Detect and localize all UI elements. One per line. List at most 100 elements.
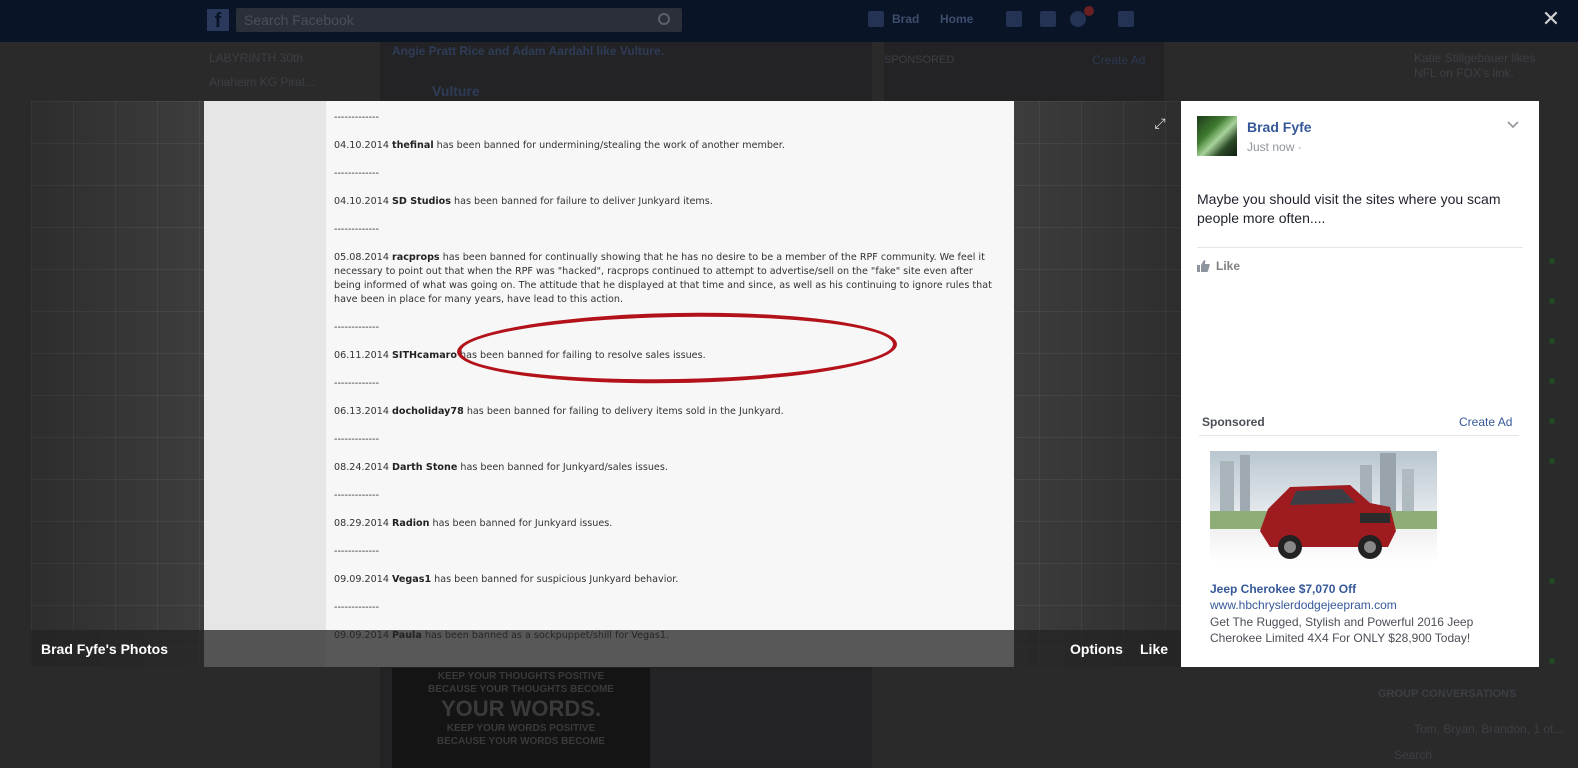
background-ticker: Katie Stillgebauer likes NFL on FOX's li… bbox=[1414, 51, 1536, 80]
notification-badge bbox=[1084, 6, 1094, 16]
poster-line: KEEP YOUR WORDS POSITIVE bbox=[446, 723, 596, 734]
expand-icon[interactable]: ⤢ bbox=[1152, 115, 1168, 131]
online-status-dot bbox=[1549, 338, 1555, 344]
online-status-dot bbox=[1549, 418, 1555, 424]
ban-separator: ------------- bbox=[334, 224, 380, 235]
background-create-ad: Create Ad bbox=[1092, 53, 1146, 67]
background-search-input: Search Facebook bbox=[236, 8, 682, 32]
viewer-like-button[interactable]: Like bbox=[1140, 641, 1168, 657]
ban-date: 04.10.2014 bbox=[334, 196, 392, 207]
poster-line: YOUR WORDS. bbox=[440, 696, 602, 721]
background-feed-story: Angie Pratt Rice and Adam Aardahl like V… bbox=[392, 44, 665, 58]
post-timestamp[interactable]: Just now · bbox=[1247, 140, 1302, 154]
background-right-column bbox=[884, 42, 1164, 102]
sponsored-heading: Sponsored bbox=[1202, 415, 1265, 429]
ad-image[interactable] bbox=[1210, 451, 1437, 563]
ban-entry: 08.29.2014 Radion has been banned for Ju… bbox=[334, 517, 994, 531]
online-status-dot bbox=[1549, 578, 1555, 584]
ban-username: thefinal bbox=[391, 140, 434, 151]
background-sponsored: SPONSORED bbox=[884, 54, 955, 66]
online-status-dot bbox=[1549, 458, 1555, 464]
panel-like-label: Like bbox=[1216, 259, 1241, 273]
viewer-bottom-bar: Brad Fyfe's Photos Options Like bbox=[31, 630, 1181, 667]
ban-separator: ------------- bbox=[334, 168, 380, 179]
background-nav-profile: Brad bbox=[892, 12, 920, 26]
background-event-2: Anaheim KG Pirat... bbox=[209, 75, 316, 89]
ban-entry: 04.10.2014 SD Studios has been banned fo… bbox=[334, 195, 994, 209]
background-search-placeholder: Search Facebook bbox=[244, 12, 354, 28]
photo-info-panel: Brad Fyfe Just now · Maybe you should vi… bbox=[1181, 101, 1539, 667]
ban-list: ------------- 04.10.2014 thefinal has bee… bbox=[334, 111, 994, 657]
close-icon[interactable]: ✕ bbox=[1540, 8, 1562, 30]
chevron-down-icon[interactable] bbox=[1505, 118, 1521, 134]
ban-username: Radion bbox=[391, 518, 430, 529]
ban-date: 04.10.2014 bbox=[334, 140, 392, 151]
ban-separator: ------------- bbox=[334, 490, 380, 501]
friend-requests-icon bbox=[1006, 11, 1022, 27]
ad-url-link[interactable]: www.hbchryslerdodgejeepram.com bbox=[1210, 598, 1397, 612]
ad-description: Get The Rugged, Stylish and Powerful 201… bbox=[1210, 615, 1474, 645]
online-status-dot bbox=[1549, 658, 1555, 664]
online-status-dot bbox=[1549, 298, 1555, 304]
ban-username: racprops bbox=[391, 252, 440, 263]
background-chat-search: Search bbox=[1394, 748, 1433, 762]
search-icon bbox=[658, 13, 670, 25]
photo-viewer: ------------- 04.10.2014 thefinal has bee… bbox=[31, 101, 1181, 667]
divider bbox=[1199, 435, 1519, 436]
create-ad-link[interactable]: Create Ad bbox=[1459, 415, 1512, 429]
background-nav-home: Home bbox=[940, 12, 974, 26]
ban-separator: ------------- bbox=[334, 112, 380, 123]
ad-title-link[interactable]: Jeep Cherokee $7,070 Off bbox=[1210, 582, 1356, 596]
notifications-globe-icon bbox=[1070, 11, 1086, 27]
ban-reason: has been banned for undermining/stealing… bbox=[433, 140, 785, 151]
ban-date: 06.11.2014 bbox=[334, 350, 392, 361]
ban-reason: has been banned for failure to deliver J… bbox=[450, 196, 713, 207]
messages-icon bbox=[1040, 11, 1056, 27]
ban-date: 08.29.2014 bbox=[334, 518, 392, 529]
background-group-members: Tom, Bryan, Brandon, 1 ot... bbox=[1414, 722, 1564, 736]
background-event-1: LABYRINTH 30th bbox=[209, 51, 304, 65]
ban-date: 06.13.2014 bbox=[334, 406, 392, 417]
photo-screenshot[interactable]: ------------- 04.10.2014 thefinal has bee… bbox=[204, 101, 1014, 667]
album-title-link[interactable]: Brad Fyfe's Photos bbox=[41, 641, 168, 657]
avatar[interactable] bbox=[1197, 116, 1237, 156]
poster-line: KEEP YOUR THOUGHTS POSITIVE bbox=[437, 671, 605, 682]
online-status-dot bbox=[1549, 258, 1555, 264]
ad-car-illustration bbox=[1210, 453, 1437, 559]
photo-sidebar bbox=[204, 101, 326, 667]
ban-entry: 06.13.2014 docholiday78 has been banned … bbox=[334, 405, 994, 419]
privacy-shortcuts-icon bbox=[1118, 11, 1134, 27]
background-feed-page-name: Vulture bbox=[432, 83, 480, 99]
ban-reason: has been banned for Junkyard/sales issue… bbox=[457, 462, 668, 473]
poster-line: BECAUSE YOUR WORDS BECOME bbox=[436, 736, 606, 747]
ban-username: docholiday78 bbox=[391, 406, 464, 417]
ban-username: SD Studios bbox=[391, 196, 451, 207]
ban-separator: ------------- bbox=[334, 602, 380, 613]
ban-date: 09.09.2014 bbox=[334, 574, 392, 585]
ban-date: 08.24.2014 bbox=[334, 462, 392, 473]
ban-username: SITHcamaro bbox=[391, 350, 457, 361]
divider bbox=[1197, 247, 1523, 248]
ban-entry: 05.08.2014 racprops has been banned for … bbox=[334, 251, 994, 307]
ban-username: Vegas1 bbox=[391, 574, 432, 585]
ban-reason: has been banned for failing to delivery … bbox=[463, 406, 784, 417]
ban-entry: 09.09.2014 Vegas1 has been banned for su… bbox=[334, 573, 994, 587]
background-group-conversations: GROUP CONVERSATIONS bbox=[1378, 688, 1517, 700]
panel-like-button[interactable]: Like bbox=[1197, 256, 1240, 276]
profile-thumb-icon bbox=[868, 11, 884, 27]
thumbs-up-icon bbox=[1197, 260, 1210, 272]
author-name-link[interactable]: Brad Fyfe bbox=[1247, 119, 1312, 135]
facebook-logo-icon: f bbox=[207, 9, 229, 32]
background-top-bar: f Search Facebook Brad Home bbox=[0, 0, 1578, 42]
ban-reason: has been banned for Junkyard issues. bbox=[429, 518, 613, 529]
online-status-dot bbox=[1549, 378, 1555, 384]
ban-separator: ------------- bbox=[334, 434, 380, 445]
ban-separator: ------------- bbox=[334, 546, 380, 557]
ban-reason: has been banned for suspicious Junkyard … bbox=[431, 574, 679, 585]
background-poster-image: KEEP YOUR THOUGHTS POSITIVE BECAUSE YOUR… bbox=[392, 668, 650, 768]
ban-entry: 04.10.2014 thefinal has been banned for … bbox=[334, 139, 994, 153]
ban-entry: 08.24.2014 Darth Stone has been banned f… bbox=[334, 461, 994, 475]
poster-line: BECAUSE YOUR THOUGHTS BECOME bbox=[428, 684, 614, 695]
options-button[interactable]: Options bbox=[1070, 641, 1123, 657]
ban-date: 05.08.2014 bbox=[334, 252, 392, 263]
